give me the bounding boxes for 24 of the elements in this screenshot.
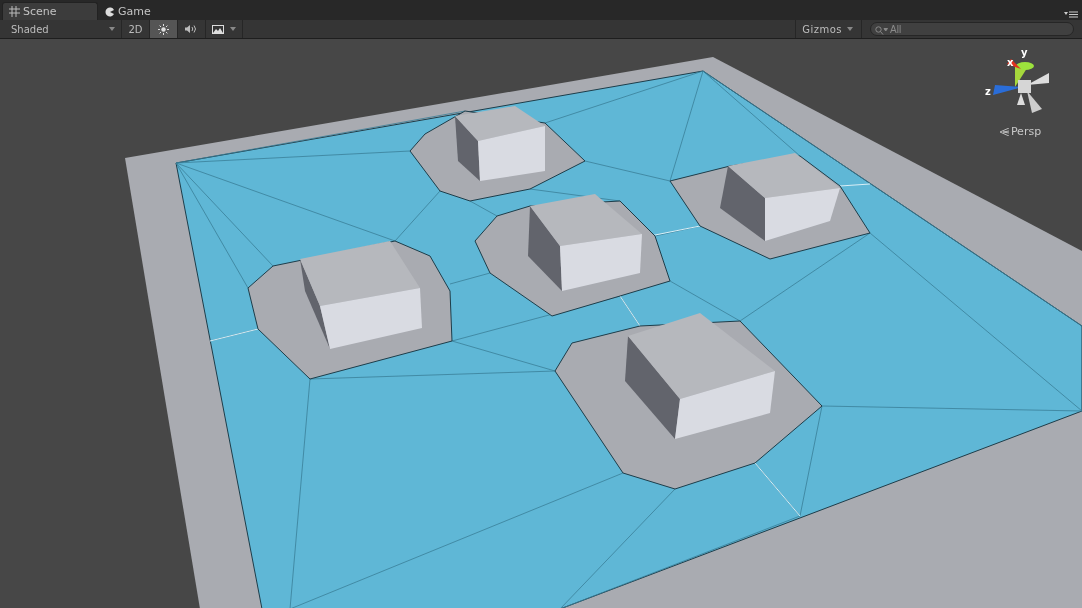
tab[interactable]: Scene xyxy=(2,2,98,20)
y-axis-label: y xyxy=(1021,47,1028,58)
tab-label: Game xyxy=(118,5,151,18)
draw-mode-dropdown[interactable]: Shaded xyxy=(0,20,122,38)
z-axis-label: z xyxy=(985,86,991,97)
gizmos-dropdown[interactable]: Gizmos xyxy=(795,20,862,38)
caret-icon xyxy=(230,27,236,31)
x-axis-label: x xyxy=(1007,57,1014,68)
search-icon xyxy=(875,26,888,35)
sun-icon xyxy=(158,23,169,35)
pacman-icon xyxy=(105,6,115,17)
tab[interactable]: Game xyxy=(98,2,194,20)
lighting-toggle[interactable] xyxy=(150,20,178,38)
caret-icon xyxy=(847,27,853,31)
chevron-icon xyxy=(998,127,1009,136)
menu-icon[interactable] xyxy=(1064,11,1078,18)
search-field[interactable]: All xyxy=(870,22,1074,36)
image-icon xyxy=(212,24,224,34)
projection-label[interactable]: Persp xyxy=(998,125,1042,138)
speaker-icon xyxy=(185,24,198,34)
caret-icon xyxy=(109,27,115,31)
projection-text: Persp xyxy=(1010,125,1042,138)
grid-icon xyxy=(9,6,20,17)
tab-label: Scene xyxy=(23,5,57,18)
